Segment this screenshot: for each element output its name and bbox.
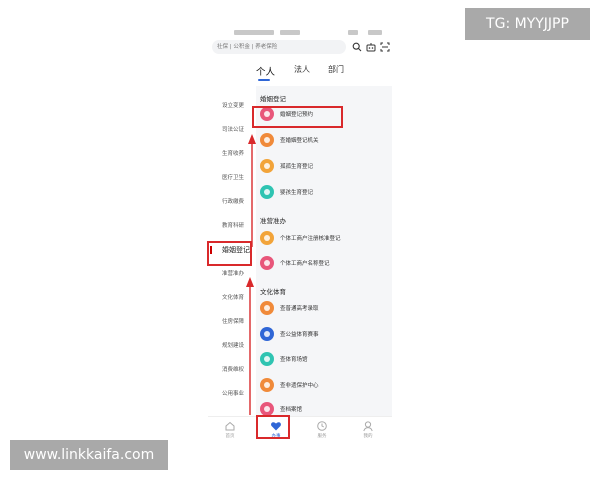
service-item-label: 个体工商户注册核准登记 <box>280 236 341 242</box>
active-item-marker <box>210 246 212 254</box>
user-icon <box>363 421 373 432</box>
search-input[interactable] <box>212 40 346 54</box>
sidebar-item[interactable]: 医疗卫生 <box>208 170 256 186</box>
sidebar-item[interactable]: 生育收养 <box>208 146 256 162</box>
sidebar-item-marriage[interactable]: 婚姻登记 <box>208 242 256 258</box>
service-item[interactable]: 个体工商户名称登记 <box>260 254 388 272</box>
screenshot-canvas: 个人 法人 部门 设立变更 司法公证 生育收养 医疗卫生 行政缴费 教育科研 婚… <box>0 0 600 480</box>
sidebar-item-label: 教育科研 <box>222 223 245 229</box>
marriage-booking-icon <box>260 107 274 121</box>
stadium-icon <box>260 352 274 366</box>
category-sidebar: 设立变更 司法公证 生育收养 医疗卫生 行政缴费 教育科研 婚姻登记 准营准办 … <box>208 86 256 416</box>
sports-event-icon <box>260 327 274 341</box>
marriage-office-icon <box>260 133 274 147</box>
heritage-center-icon <box>260 378 274 392</box>
category-tabs: 个人 法人 部门 <box>208 62 392 82</box>
business-registration-icon <box>260 231 274 245</box>
sidebar-item-label: 医疗卫生 <box>222 175 245 181</box>
service-list: 婚姻登记 婚姻登记预约 查婚姻登记机关 孤孤生育登记 婴孩生育登记 准营准办 个… <box>256 86 392 416</box>
search-icon[interactable] <box>352 42 362 52</box>
business-name-icon <box>260 256 274 270</box>
status-bar <box>208 30 392 38</box>
sidebar-item-label: 规划建设 <box>222 343 245 349</box>
heart-icon <box>271 422 281 431</box>
nav-label: 首页 <box>225 434 235 439</box>
service-item-label: 查档案馆 <box>280 407 303 413</box>
archive-icon <box>260 402 274 416</box>
search-bar <box>212 40 390 54</box>
sidebar-item-label: 消费维权 <box>222 367 245 373</box>
service-item-label: 查非遗保护中心 <box>280 383 319 389</box>
sidebar-item[interactable]: 准营准办 <box>208 266 256 282</box>
sidebar-item-label: 司法公证 <box>222 127 245 133</box>
service-item-label: 查公益体育赛事 <box>280 332 319 338</box>
section-title-culture: 文化体育 <box>260 288 286 296</box>
nav-services[interactable]: 办事 <box>256 419 296 439</box>
watermark-website: www.linkkaifa.com <box>10 440 168 470</box>
sidebar-item-label: 婚姻登记 <box>222 246 250 254</box>
phone-screen: 个人 法人 部门 设立变更 司法公证 生育收养 医疗卫生 行政缴费 教育科研 婚… <box>208 30 392 440</box>
birth-registration-icon <box>260 159 274 173</box>
service-item-label: 婴孩生育登记 <box>280 190 314 196</box>
nav-service-center[interactable]: 服务 <box>302 419 342 439</box>
clock-icon <box>317 421 327 431</box>
service-item[interactable]: 查婚姻登记机关 <box>260 131 388 149</box>
watermark-telegram: TG: MYYJJPP <box>465 8 590 40</box>
home-icon <box>225 421 235 431</box>
service-item[interactable]: 婴孩生育登记 <box>260 183 388 201</box>
sidebar-item[interactable]: 规划建设 <box>208 338 256 354</box>
nav-label: 服务 <box>317 434 327 439</box>
service-item[interactable]: 查非遗保护中心 <box>260 376 388 394</box>
active-tab-indicator <box>258 79 270 81</box>
service-item[interactable]: 孤孤生育登记 <box>260 157 388 175</box>
robot-icon[interactable] <box>366 42 376 52</box>
service-item-label: 个体工商户名称登记 <box>280 261 330 267</box>
tab-personal[interactable]: 个人 <box>256 64 275 78</box>
bottom-navigation: 首页 办事 服务 我的 <box>208 416 392 440</box>
nav-profile[interactable]: 我的 <box>348 419 388 439</box>
service-item-label: 查普通高考录取 <box>280 306 319 312</box>
sidebar-item-label: 住房保障 <box>222 319 245 325</box>
scan-icon[interactable] <box>380 42 390 52</box>
sidebar-item-label: 准营准办 <box>222 271 245 277</box>
sidebar-item-label: 文化体育 <box>222 295 245 301</box>
sidebar-item[interactable]: 住房保障 <box>208 314 256 330</box>
sidebar-item[interactable]: 设立变更 <box>208 98 256 114</box>
sidebar-item[interactable]: 教育科研 <box>208 218 256 234</box>
service-item-label: 查体育场馆 <box>280 357 308 363</box>
nav-label: 我的 <box>363 434 373 439</box>
sidebar-item[interactable]: 司法公证 <box>208 122 256 138</box>
service-item-label: 婚姻登记预约 <box>280 112 314 118</box>
nav-home[interactable]: 首页 <box>210 419 250 439</box>
sidebar-item[interactable]: 文化体育 <box>208 290 256 306</box>
section-title-marriage: 婚姻登记 <box>260 95 286 103</box>
service-item[interactable]: 查体育场馆 <box>260 350 388 368</box>
sidebar-item[interactable]: 行政缴费 <box>208 194 256 210</box>
service-item[interactable]: 婚姻登记预约 <box>260 105 388 123</box>
sidebar-item[interactable]: 消费维权 <box>208 362 256 378</box>
service-item[interactable]: 查公益体育赛事 <box>260 325 388 343</box>
section-title-business: 准营准办 <box>260 217 286 225</box>
sidebar-item[interactable]: 公用事业 <box>208 386 256 402</box>
nav-label: 办事 <box>271 434 281 439</box>
sidebar-item-label: 设立变更 <box>222 103 245 109</box>
service-item-label: 孤孤生育登记 <box>280 164 314 170</box>
tab-legal-entity[interactable]: 法人 <box>294 64 310 75</box>
sidebar-item-label: 行政缴费 <box>222 199 245 205</box>
service-item[interactable]: 查普通高考录取 <box>260 299 388 317</box>
exam-admission-icon <box>260 301 274 315</box>
tab-department[interactable]: 部门 <box>328 64 344 75</box>
sidebar-item-label: 公用事业 <box>222 391 245 397</box>
service-item[interactable]: 个体工商户注册核准登记 <box>260 229 388 247</box>
sidebar-item-label: 生育收养 <box>222 151 245 157</box>
baby-registration-icon <box>260 185 274 199</box>
service-item-label: 查婚姻登记机关 <box>280 138 319 144</box>
